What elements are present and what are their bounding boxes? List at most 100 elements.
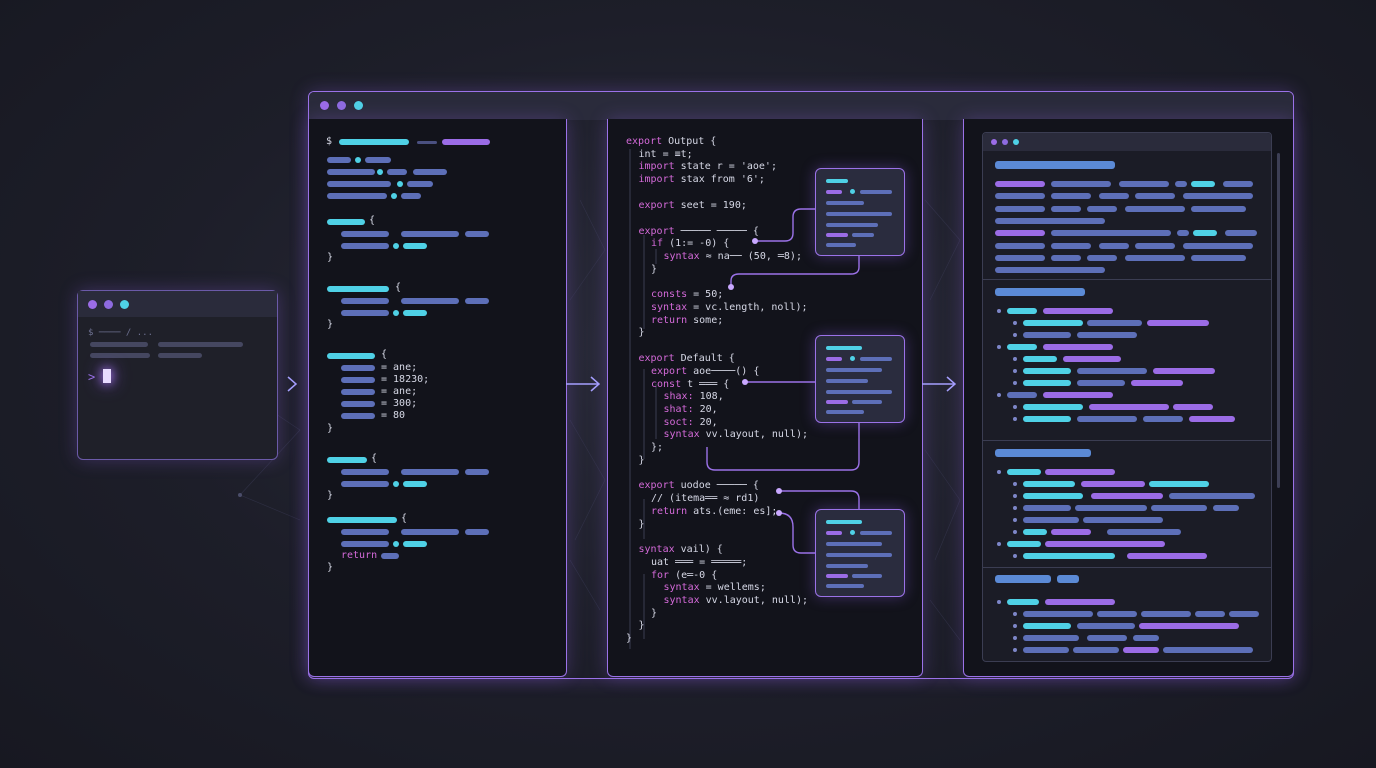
return-keyword: return [341, 550, 378, 561]
code-token [365, 157, 391, 163]
code-value: = 80 [381, 410, 406, 421]
bullet-icon [997, 345, 1001, 349]
bullet-icon [1013, 612, 1017, 616]
bullet-icon [997, 470, 1001, 474]
rendered-text-line [1023, 481, 1075, 487]
window-dot-icon[interactable] [120, 300, 129, 309]
rendered-text-line [1045, 541, 1165, 547]
bullet-icon [997, 600, 1001, 604]
preview-window[interactable] [982, 132, 1280, 662]
code-brace: { [401, 513, 408, 524]
code-token [393, 310, 399, 316]
rendered-text-line [1087, 205, 1117, 212]
rendered-text-line [1149, 481, 1209, 487]
rendered-text-line [1077, 368, 1147, 374]
code-token [341, 469, 389, 475]
tooltip-popup[interactable] [815, 168, 905, 256]
code-token [341, 389, 375, 395]
code-token [391, 193, 397, 199]
window-dot-icon[interactable] [1013, 139, 1019, 145]
rendered-text-line [1051, 181, 1111, 187]
code-token [403, 481, 427, 487]
rendered-text-line [1051, 205, 1081, 212]
tooltip-popup[interactable] [815, 509, 905, 597]
rendered-text-line [1087, 635, 1127, 641]
code-brace: { [395, 282, 402, 293]
window-dot-icon[interactable] [104, 300, 113, 309]
section-divider [983, 567, 1271, 568]
rendered-text-line [995, 575, 1051, 583]
rendered-text-line [1043, 344, 1113, 350]
rendered-text-line [1007, 469, 1041, 475]
scrollbar[interactable] [1277, 153, 1280, 488]
rendered-text-line [1123, 647, 1159, 653]
rendered-text-line [995, 242, 1045, 249]
code-token [327, 457, 367, 463]
rendered-text-line [1051, 254, 1081, 261]
code-brace: } [327, 423, 334, 434]
rendered-text-line [1077, 332, 1137, 338]
rendered-text-line [1023, 380, 1071, 386]
code-token [327, 157, 351, 163]
code-token [377, 169, 383, 175]
window-dot-icon[interactable] [320, 101, 329, 110]
code-brace: } [327, 252, 334, 263]
section-divider [983, 279, 1271, 280]
code-token [341, 529, 389, 535]
rendered-text-line [1097, 611, 1137, 617]
rendered-text-line [1043, 392, 1113, 398]
bullet-icon [1013, 381, 1017, 385]
code-token [417, 141, 437, 144]
rendered-text-line [1007, 308, 1037, 314]
window-dot-icon[interactable] [88, 300, 97, 309]
code-token [381, 553, 399, 559]
rendered-text-line [1007, 344, 1037, 350]
rendered-text-line [1023, 623, 1071, 629]
rendered-text-line [1087, 254, 1117, 261]
window-dot-icon[interactable] [991, 139, 997, 145]
rendered-text-line [1023, 404, 1083, 410]
code-value: = ane; [381, 386, 418, 397]
bullet-icon [997, 309, 1001, 313]
code-token [465, 231, 489, 237]
source-panel[interactable]: $ { } { } { = ane; = 18230; = ane; = 300… [308, 119, 567, 677]
bullet-icon [1013, 405, 1017, 409]
window-dot-icon[interactable] [354, 101, 363, 110]
code-token [341, 243, 389, 249]
rendered-text-line [1107, 529, 1181, 535]
rendered-text-line [1023, 320, 1083, 326]
rendered-text-line [1141, 611, 1191, 617]
code-token [401, 193, 421, 199]
code-token [401, 231, 459, 237]
bullet-icon [1013, 357, 1017, 361]
output-panel[interactable] [963, 119, 1294, 677]
terminal-line [90, 342, 148, 347]
code-token [401, 529, 459, 535]
code-value: = 18230; [381, 374, 430, 385]
tooltip-popup[interactable] [815, 335, 905, 423]
code-token [341, 365, 375, 371]
bullet-icon [997, 542, 1001, 546]
rendered-text-line [1151, 505, 1207, 511]
code-token [327, 286, 389, 292]
bullet-icon [1013, 636, 1017, 640]
rendered-text-line [1139, 623, 1239, 629]
window-dot-icon[interactable] [337, 101, 346, 110]
rendered-text-line [1169, 493, 1255, 499]
code-token [465, 298, 489, 304]
section-divider [983, 440, 1271, 441]
bullet-icon [1013, 530, 1017, 534]
window-dot-icon[interactable] [1002, 139, 1008, 145]
rendered-text-line [1089, 404, 1169, 410]
code-token [341, 401, 375, 407]
bullet-icon [1013, 648, 1017, 652]
rendered-text-line [1135, 242, 1175, 249]
terminal-line [90, 353, 150, 358]
code-brace: { [371, 453, 378, 464]
code-token [401, 469, 459, 475]
rendered-text-line [1131, 380, 1183, 386]
bullet-icon [1013, 333, 1017, 337]
rendered-text-line [1191, 205, 1246, 212]
rendered-text-line [1051, 193, 1091, 200]
rendered-text-line [1045, 469, 1115, 475]
